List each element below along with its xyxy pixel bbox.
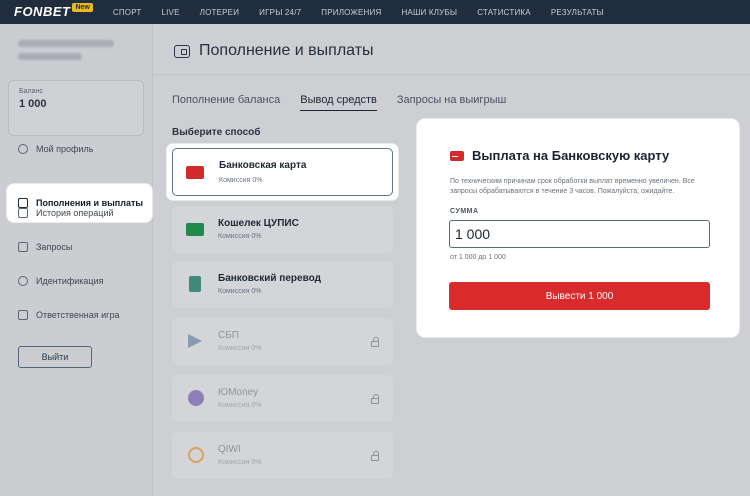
cupis-wallet-icon [186, 223, 204, 236]
method-cupis-wallet[interactable]: Кошелек ЦУПИС Комиссия 0% [172, 206, 393, 253]
yumoney-icon [188, 390, 204, 406]
panel-title: Выплата на Банковскую карту [472, 148, 670, 163]
panel-header: Выплата на Банковскую карту [450, 148, 669, 163]
method-fee: Комиссия 0% [218, 288, 262, 295]
page-title: Пополнение и выплаты [199, 42, 374, 59]
withdraw-button[interactable]: Вывести 1 000 [449, 282, 710, 310]
sidebar-item-identification[interactable]: Идентификация [0, 264, 153, 298]
amount-range: от 1 000 до 1 000 [450, 254, 506, 261]
lock-icon [371, 451, 379, 461]
bank-card-icon [450, 150, 464, 161]
method-name: Банковский перевод [218, 273, 321, 284]
sidebar-item-profile[interactable]: Мой профиль [0, 132, 153, 166]
user-icon [18, 144, 28, 154]
sidebar-item-label: История операций [36, 208, 114, 218]
new-badge: New [72, 3, 93, 12]
history-icon [18, 208, 28, 218]
payout-panel: Выплата на Банковскую карту По техническ… [417, 119, 739, 337]
sbp-icon [188, 334, 202, 348]
lock-icon [18, 310, 28, 320]
method-fee: Комиссия 0% [218, 402, 262, 409]
method-name: СБП [218, 330, 239, 341]
method-sbp[interactable]: СБП Комиссия 0% [172, 318, 393, 365]
section-label: Выберите способ [172, 127, 261, 138]
bank-transfer-icon [189, 276, 201, 292]
main-nav: СПОРТ LIVE ЛОТЕРЕИ ИГРЫ 24/7 ПРИЛОЖЕНИЯ … [113, 8, 624, 17]
bank-card-icon [186, 166, 204, 179]
payment-tabs: Пополнение баланса Вывод средств Запросы… [172, 94, 526, 111]
nav-item-live[interactable]: LIVE [161, 8, 179, 17]
sidebar-item-requests[interactable]: Запросы [0, 230, 153, 264]
tab-withdraw[interactable]: Вывод средств [300, 94, 377, 111]
nav-item-clubs[interactable]: НАШИ КЛУБЫ [401, 8, 457, 17]
requests-icon [18, 242, 28, 252]
balance-label: Баланс [19, 88, 43, 95]
nav-item-apps[interactable]: ПРИЛОЖЕНИЯ [321, 8, 381, 17]
balance-value: 1 000 [19, 98, 47, 110]
method-name: Банковская карта [219, 160, 307, 171]
method-fee: Комиссия 0% [218, 459, 262, 466]
wallet-icon [174, 44, 190, 58]
method-bank-card[interactable]: Банковская карта Комиссия 0% [166, 143, 399, 201]
method-fee: Комиссия 0% [218, 345, 262, 352]
logout-button[interactable]: Выйти [18, 346, 92, 368]
sidebar-item-label: Запросы [36, 242, 73, 252]
method-bank-transfer[interactable]: Банковский перевод Комиссия 0% [172, 261, 393, 308]
tab-win-requests[interactable]: Запросы на выигрыш [397, 94, 506, 111]
method-fee: Комиссия 0% [219, 177, 263, 184]
balance-box: Баланс 1 000 [8, 80, 144, 136]
method-qiwi[interactable]: QIWI Комиссия 0% [172, 432, 393, 479]
fonbet-logo[interactable]: FONBET New [14, 3, 93, 19]
top-navigation-bar: FONBET New СПОРТ LIVE ЛОТЕРЕИ ИГРЫ 24/7 … [0, 0, 750, 24]
amount-input[interactable] [449, 220, 710, 248]
account-sidebar: Баланс 1 000 Мой профиль Пополнения и вы… [0, 24, 153, 496]
method-yumoney[interactable]: ЮMoney Комиссия 0% [172, 375, 393, 422]
nav-item-results[interactable]: РЕЗУЛЬТАТЫ [551, 8, 604, 17]
user-name-blurred [18, 40, 118, 66]
qiwi-icon [188, 447, 204, 463]
sidebar-item-history[interactable]: История операций [0, 196, 153, 230]
nav-item-sport[interactable]: СПОРТ [113, 8, 142, 17]
sidebar-item-responsible-gaming[interactable]: Ответственная игра [0, 298, 153, 332]
nav-item-lotteries[interactable]: ЛОТЕРЕИ [200, 8, 240, 17]
sidebar-menu: Мой профиль [0, 132, 153, 166]
lock-icon [371, 337, 379, 347]
sidebar-item-label: Ответственная игра [36, 310, 120, 320]
logo-text: FONBET [14, 4, 71, 19]
header-divider [153, 74, 750, 75]
sum-label: СУММА [450, 208, 479, 215]
info-icon [18, 276, 28, 286]
processing-notice: По техническим причинам срок обработки в… [450, 178, 695, 195]
method-name: ЮMoney [218, 387, 259, 398]
page-header: Пополнение и выплаты [174, 42, 374, 60]
sidebar-item-label: Мой профиль [36, 144, 94, 154]
nav-item-games[interactable]: ИГРЫ 24/7 [259, 8, 301, 17]
lock-icon [371, 394, 379, 404]
nav-item-statistics[interactable]: СТАТИСТИКА [477, 8, 531, 17]
method-name: Кошелек ЦУПИС [218, 218, 299, 229]
method-fee: Комиссия 0% [218, 233, 262, 240]
method-name: QIWI [218, 444, 241, 455]
tab-deposit[interactable]: Пополнение баланса [172, 94, 280, 111]
sidebar-item-label: Идентификация [36, 276, 104, 286]
